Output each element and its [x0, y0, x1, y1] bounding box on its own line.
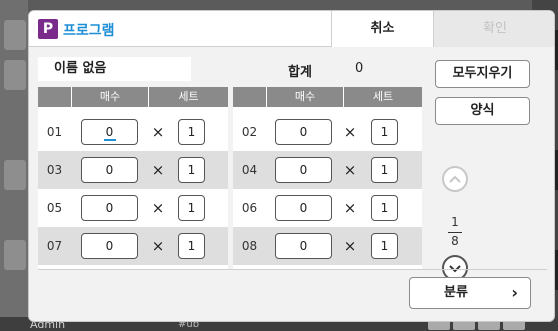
column-divider	[228, 87, 233, 269]
sets-input[interactable]: 1	[178, 195, 205, 221]
classify-label: 분류	[444, 285, 468, 300]
sheets-value: 0	[105, 125, 114, 139]
background-left-panel	[0, 0, 28, 331]
background-tile	[4, 160, 26, 190]
times-sign: ×	[343, 237, 357, 255]
page-current: 1	[451, 215, 459, 229]
row-number: 03	[46, 163, 63, 177]
clear-all-button[interactable]: 모두지우기	[435, 60, 530, 88]
times-sign: ×	[151, 237, 165, 255]
chevron-down-icon	[449, 265, 461, 273]
focus-underline	[104, 139, 116, 141]
times-sign: ×	[343, 161, 357, 179]
page-up-button[interactable]	[442, 166, 468, 192]
program-name-field[interactable]: 이름 없음	[38, 57, 191, 81]
times-sign: ×	[343, 123, 357, 141]
sets-input[interactable]: 1	[371, 233, 398, 259]
row-number: 01	[46, 125, 63, 139]
background-tile	[4, 60, 26, 90]
total-value: 0	[355, 61, 364, 76]
ok-button[interactable]: 확인	[434, 11, 554, 47]
sheets-input[interactable]: 0	[275, 233, 332, 259]
cancel-button[interactable]: 취소	[331, 11, 434, 47]
table-header-sheets-left: 매수	[72, 87, 148, 107]
page-fraction-line	[448, 232, 462, 233]
program-p-icon: P	[38, 19, 58, 39]
table-header-no	[233, 87, 266, 107]
sets-input[interactable]: 1	[178, 233, 205, 259]
times-sign: ×	[151, 161, 165, 179]
chevron-up-icon	[449, 175, 461, 183]
page-total: 8	[451, 234, 459, 248]
row-number: 02	[241, 125, 258, 139]
program-table: 매수 세트 매수 세트 01 0 × 1 02 0 × 1 03 0 × 1 0…	[38, 87, 422, 269]
sets-input[interactable]: 1	[178, 119, 205, 145]
table-header-no	[38, 87, 71, 107]
sheets-input[interactable]: 0	[81, 157, 138, 183]
sheets-input[interactable]: 0	[275, 157, 332, 183]
form-button[interactable]: 양식	[435, 97, 530, 125]
divider-line	[38, 269, 547, 270]
sets-input[interactable]: 1	[178, 157, 205, 183]
sets-input[interactable]: 1	[371, 119, 398, 145]
times-sign: ×	[151, 123, 165, 141]
chevron-right-icon: ›	[511, 283, 518, 302]
background-tile	[4, 240, 26, 270]
sheets-input[interactable]: 0	[275, 119, 332, 145]
times-sign: ×	[151, 199, 165, 217]
row-number: 04	[241, 163, 258, 177]
sheets-input[interactable]: 0	[81, 233, 138, 259]
dialog-title: 프로그램	[63, 23, 115, 39]
sheets-input[interactable]: 0	[81, 119, 138, 145]
table-header-sheets-right: 매수	[267, 87, 343, 107]
row-number: 07	[46, 239, 63, 253]
table-header-sets-right: 세트	[344, 87, 422, 107]
row-number: 06	[241, 201, 258, 215]
row-number: 05	[46, 201, 63, 215]
sheets-input[interactable]: 0	[81, 195, 138, 221]
row-number: 08	[241, 239, 258, 253]
total-label: 합계	[288, 65, 312, 80]
table-header-sets-left: 세트	[149, 87, 228, 107]
sets-input[interactable]: 1	[371, 195, 398, 221]
dialog-titlebar: P 프로그램 취소 확인	[29, 11, 554, 47]
background-tile	[4, 20, 26, 50]
sheets-input[interactable]: 0	[275, 195, 332, 221]
sets-input[interactable]: 1	[371, 157, 398, 183]
times-sign: ×	[343, 199, 357, 217]
classify-button[interactable]: 분류 ›	[409, 277, 531, 309]
program-dialog: P 프로그램 취소 확인 이름 없음 합계 0 매수 세트 매수 세트 01 0…	[28, 10, 555, 322]
